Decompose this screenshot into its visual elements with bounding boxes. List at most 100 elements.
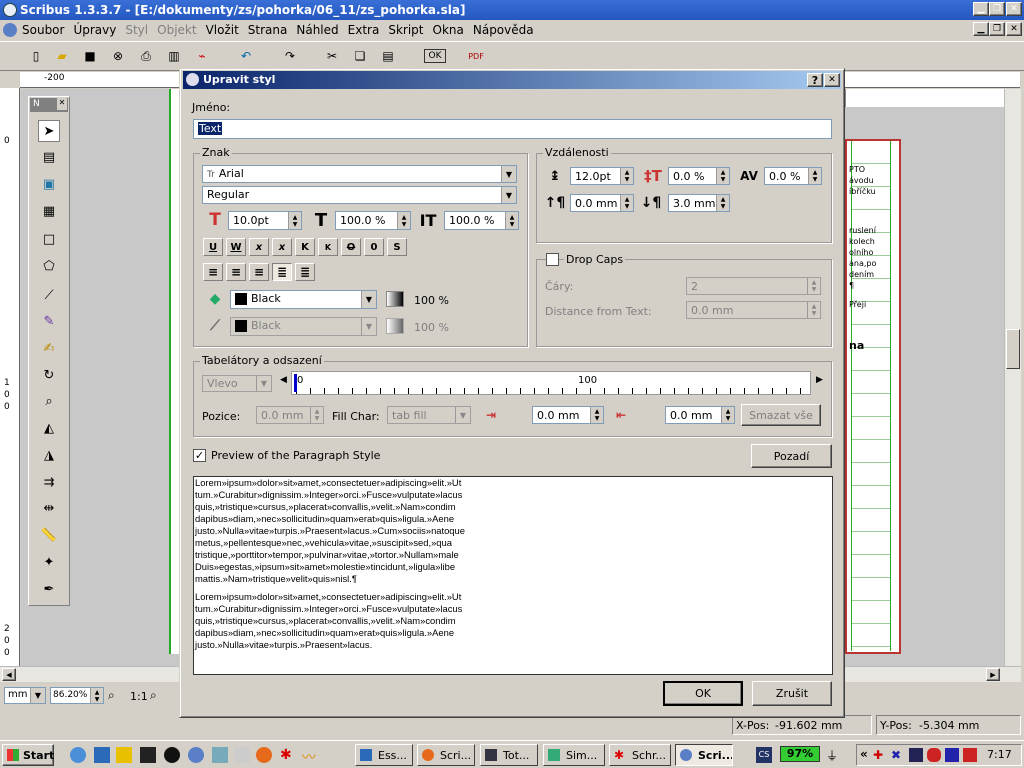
undo-icon[interactable]: ↶ — [236, 46, 256, 66]
doc-minimize-button[interactable]: ▁ — [973, 22, 989, 36]
freehand-icon[interactable]: ✍ — [38, 337, 60, 359]
underline-button[interactable]: U — [203, 238, 223, 256]
style-name-input[interactable]: Text — [193, 119, 832, 139]
first-line-indent-field[interactable]: 0.0 mm ▲ ▼ — [532, 406, 604, 424]
quicklaunch-icon-4[interactable] — [140, 747, 156, 763]
select-arrow-icon[interactable]: ➤ — [38, 120, 60, 142]
tray-expand-button[interactable]: « — [860, 747, 868, 761]
battery-indicator[interactable]: 97% — [780, 746, 820, 762]
background-button[interactable]: Pozadí — [751, 444, 832, 468]
all-caps-button[interactable]: K — [295, 238, 315, 256]
strikethrough-button[interactable]: O — [341, 238, 361, 256]
task-button-scri-1[interactable]: Scri... — [417, 744, 475, 766]
quicklaunch-icon-8[interactable] — [234, 747, 250, 763]
task-button-schr[interactable]: ✱ Schr... — [609, 744, 671, 766]
quicklaunch-icon-6[interactable] — [188, 747, 204, 763]
edit-content-icon[interactable]: ◭ — [38, 417, 60, 439]
space-after-field[interactable]: 3.0 mm ▲ ▼ — [668, 194, 730, 212]
tray-icon-3[interactable] — [909, 748, 923, 762]
tab-align-select[interactable]: Vlevo ▼ — [202, 375, 272, 392]
zoom-out-icon[interactable]: ⌕ — [108, 688, 115, 703]
tray-icon-5[interactable] — [945, 748, 959, 762]
superscript-button[interactable]: x — [272, 238, 292, 256]
unlink-frames-icon[interactable]: ⇹ — [38, 497, 60, 519]
measure-icon[interactable]: 📏 — [38, 524, 60, 546]
tab-ruler-right-arrow[interactable]: ▶ — [816, 375, 823, 385]
unit-select[interactable]: mm ▼ — [4, 687, 46, 704]
tab-ruler[interactable]: 0 100 — [291, 371, 811, 395]
menu-item-0[interactable]: Soubor — [22, 23, 64, 37]
menu-item-3[interactable]: Objekt — [157, 23, 196, 37]
text-frame-icon[interactable]: ▤ — [38, 146, 60, 168]
clock[interactable]: 7:17 — [987, 748, 1012, 761]
font-style-select[interactable]: Regular ▼ — [202, 186, 517, 204]
baseline-offset-field[interactable]: 0.0 % ▲ ▼ — [668, 167, 730, 185]
edit-text-icon[interactable]: ◮ — [38, 444, 60, 466]
font-family-select[interactable]: Tr Arial ▼ — [202, 165, 517, 183]
shadow-button[interactable]: S — [387, 238, 407, 256]
language-badge[interactable]: CS — [756, 747, 772, 763]
tab-position-field[interactable]: 0.0 mm ▲ ▼ — [256, 406, 324, 424]
tray-icon-2[interactable]: ✖ — [891, 748, 905, 762]
rectangle-shape-icon[interactable]: □ — [38, 228, 60, 250]
open-folder-icon[interactable]: ▰ — [52, 46, 72, 66]
preflight-icon[interactable]: ▥ — [164, 46, 184, 66]
tray-icon-6[interactable] — [963, 748, 977, 762]
scale-width-field[interactable]: 100.0 % ▲ ▼ — [335, 211, 411, 230]
line-icon[interactable]: ⟋ — [38, 284, 60, 306]
zoom-1to1-label[interactable]: 1:1 — [130, 690, 148, 703]
task-button-ess[interactable]: Ess... — [355, 744, 413, 766]
firefox-icon[interactable] — [256, 747, 272, 763]
paste-icon[interactable]: ▤ — [378, 46, 398, 66]
tab-ruler-marker[interactable] — [294, 374, 297, 392]
table-icon[interactable]: ▦ — [38, 200, 60, 222]
align-justify-button[interactable]: ≣ — [272, 263, 292, 281]
scroll-left-button[interactable]: ◀ — [2, 668, 16, 681]
drop-caps-checkbox[interactable] — [546, 253, 559, 266]
doc-restore-button[interactable]: ❐ — [989, 22, 1005, 36]
preview-checkbox[interactable]: ✓ — [193, 449, 206, 462]
print-icon[interactable]: ⎙ — [136, 46, 156, 66]
vertical-scrollbar[interactable] — [1004, 89, 1021, 666]
menu-item-5[interactable]: Strana — [248, 23, 288, 37]
fill-char-select[interactable]: tab fill ▼ — [387, 406, 471, 424]
link-frames-icon[interactable]: ⇉ — [38, 471, 60, 493]
underline-words-button[interactable]: W — [226, 238, 246, 256]
align-left-button[interactable]: ≡ — [203, 263, 223, 281]
quicklaunch-icon-3[interactable] — [116, 747, 132, 763]
quicklaunch-icon-10[interactable]: ✱ — [280, 747, 296, 763]
align-center-button[interactable]: ≡ — [226, 263, 246, 281]
fill-color-select[interactable]: Black ▼ — [230, 290, 377, 309]
zoom-icon[interactable]: ⌕ — [38, 390, 60, 412]
space-before-field[interactable]: 0.0 mm ▲ ▼ — [570, 194, 634, 212]
align-right-button[interactable]: ≡ — [249, 263, 269, 281]
new-document-icon[interactable]: ▯ — [26, 46, 46, 66]
menu-item-6[interactable]: Náhled — [296, 23, 338, 37]
dialog-close-button[interactable]: ✕ — [824, 73, 840, 87]
maximize-button[interactable]: ❐ — [989, 2, 1005, 16]
align-forced-button[interactable]: ≣ — [295, 263, 315, 281]
line-spacing-field[interactable]: 12.0pt ▲ ▼ — [570, 167, 634, 185]
tracking-field[interactable]: 0.0 % ▲ ▼ — [764, 167, 822, 185]
tray-icon-4[interactable] — [927, 748, 941, 762]
cut-icon[interactable]: ✂ — [322, 46, 342, 66]
menu-item-9[interactable]: Okna — [433, 23, 464, 37]
ok-button[interactable]: OK — [663, 681, 743, 706]
copy-icon[interactable]: ❏ — [350, 46, 370, 66]
task-button-scri-2[interactable]: Scri... — [675, 744, 733, 766]
pdf-icon[interactable]: PDF — [466, 46, 486, 66]
drop-caps-distance-field[interactable]: 0.0 mm ▲ ▼ — [686, 301, 821, 319]
zoom-in-icon[interactable]: ⌕ — [150, 688, 157, 703]
save-icon[interactable]: ■ — [80, 46, 100, 66]
pdf-export-icon[interactable]: ⌁ — [192, 46, 212, 66]
quicklaunch-icon-1[interactable] — [70, 747, 86, 763]
close-document-icon[interactable]: ⊗ — [108, 46, 128, 66]
bezier-icon[interactable]: ✎ — [38, 310, 60, 332]
font-size-field[interactable]: 10.0pt ▲ ▼ — [228, 211, 302, 230]
redo-icon[interactable]: ↷ — [280, 46, 300, 66]
eyedropper-icon[interactable]: ✒ — [38, 578, 60, 600]
quicklaunch-icon-2[interactable] — [94, 747, 110, 763]
scroll-right-button[interactable]: ▶ — [986, 668, 1000, 681]
scale-height-field[interactable]: 100.0 % ▲ ▼ — [444, 211, 519, 230]
menu-item-8[interactable]: Skript — [388, 23, 423, 37]
